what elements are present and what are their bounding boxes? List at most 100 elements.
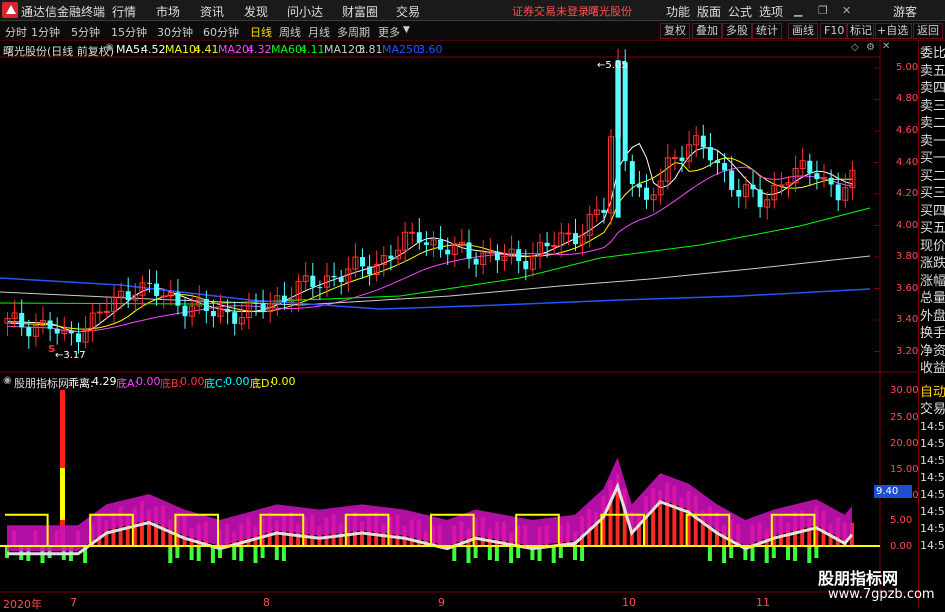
quote-field-label: 买三 [920, 186, 945, 201]
indicator-green-bar [232, 546, 237, 560]
indicator-green-bar [750, 546, 755, 561]
indicator-green-bar [729, 546, 734, 558]
candle-body [310, 275, 316, 288]
indicator-green-bar [452, 546, 457, 561]
candle-body [729, 170, 735, 190]
indicator-collapse-icon[interactable]: ◉ [3, 375, 12, 386]
indicator-green-bar [189, 546, 194, 560]
candle-body [47, 320, 53, 329]
indicator-green-bar [551, 546, 556, 563]
candle-body [260, 303, 266, 312]
candle-body [232, 312, 238, 324]
price-tick: 5.00 [896, 62, 919, 73]
indicator-green-bar [473, 546, 478, 558]
candle-body [494, 251, 500, 261]
quote-field-label: 净资 [920, 343, 945, 359]
indicator-yellow-line [5, 513, 857, 547]
candle-body [26, 327, 32, 337]
quote-field-label: 卖一 [920, 133, 945, 149]
auto-trade-label[interactable]: 交易 [920, 401, 945, 418]
candle-body [54, 328, 60, 334]
candle-body [828, 177, 834, 185]
indicator-tick: 5.00 [890, 515, 913, 526]
candle-body [644, 187, 649, 200]
indicator-green-bar [807, 546, 812, 563]
watermark-url: www.7gpzb.com [828, 587, 935, 602]
indicator-green-bar [168, 546, 173, 563]
date-tick: 11 [756, 596, 770, 609]
candle-body [807, 160, 813, 174]
indicator-green-bar [239, 546, 244, 561]
quote-field-label: 买二 [920, 168, 945, 184]
indicator-green-bar [558, 546, 563, 558]
date-tick: 10 [622, 596, 636, 609]
indicator-green-bar [573, 546, 577, 560]
indicator-name[interactable]: 股朋指标网 [14, 375, 69, 391]
candle-body [551, 245, 558, 248]
indicator-green-bar [175, 546, 180, 558]
candle-body [360, 257, 365, 267]
indicator-tick: 0.00 [890, 541, 913, 552]
indicator-field-label: 底A: [116, 377, 139, 390]
indicator-green-bar [196, 546, 201, 561]
price-tick: 3.60 [896, 283, 919, 294]
indicator-green-bar [494, 546, 499, 561]
indicator-green-bar [466, 546, 471, 563]
indicator-info-line: ◉ 股朋指标网 乖离: 4.29 底A: 0.00 底B: 0.00 底C: 0… [0, 374, 910, 390]
indicator-green-bar [509, 546, 514, 563]
candle-body [338, 277, 344, 283]
candle-body [523, 261, 529, 270]
indicator-tick: 30.00 [890, 385, 919, 396]
high-marker: ←5.05 [597, 60, 628, 71]
indicator-field-value: 4.29 [92, 375, 117, 388]
low-marker: ←3.17 [55, 350, 86, 361]
indicator-green-bar [210, 546, 215, 563]
candle-body [722, 163, 728, 171]
quote-field-label: 收益 [920, 361, 945, 376]
candle-body [125, 291, 131, 301]
indicator-green-bar [274, 546, 279, 560]
candle-body [210, 311, 216, 317]
indicator-green-bar [487, 546, 492, 560]
indicator-green-bar [814, 546, 819, 558]
auto-trade-label[interactable]: 自动 [920, 384, 945, 401]
tick-time: 14:56 [920, 454, 945, 467]
tick-time: 14:56 [920, 437, 945, 450]
indicator-green-bar [516, 546, 521, 558]
quote-field-label: 卖二 [920, 116, 945, 131]
candle-body [388, 255, 394, 259]
watermark-title: 股朋指标网 [818, 569, 899, 588]
quote-field-label: 买四 [920, 203, 945, 219]
ma60-line [0, 207, 871, 305]
kline-chart[interactable] [0, 0, 945, 609]
candle-body [147, 282, 152, 284]
indicator-tick: 20.00 [890, 438, 919, 449]
quote-field-label: 卖四 [920, 81, 945, 96]
candle-body [814, 173, 820, 180]
candle-body [331, 275, 337, 278]
date-tick: 2020年 [3, 598, 42, 611]
date-tick: 7 [70, 596, 77, 609]
spike-bar [60, 468, 65, 520]
price-tick: 4.80 [896, 93, 919, 104]
price-tick: 3.40 [896, 314, 919, 325]
candle-body [601, 209, 607, 213]
indicator-green-bar [793, 546, 798, 561]
current-value-badge: 9.40 [874, 485, 912, 498]
candle-body [473, 258, 479, 265]
candle-body [225, 308, 231, 313]
candle-body [466, 242, 472, 259]
quote-field-label: 卖五 [920, 63, 945, 79]
quote-field-label: 买一 [920, 151, 945, 166]
indicator-field-value: 0.00 [225, 375, 250, 388]
candle-body [367, 266, 373, 275]
quote-field-label: 外盘 [920, 308, 945, 324]
candle-body [516, 249, 522, 262]
indicator-green-bar [764, 546, 769, 563]
tick-time: 14:56 [920, 539, 945, 552]
tick-time: 14:56 [920, 522, 945, 535]
price-tick: 4.20 [896, 188, 919, 199]
tick-time: 14:56 [920, 488, 945, 501]
candle-body [281, 295, 287, 302]
price-tick: 4.00 [896, 220, 919, 231]
